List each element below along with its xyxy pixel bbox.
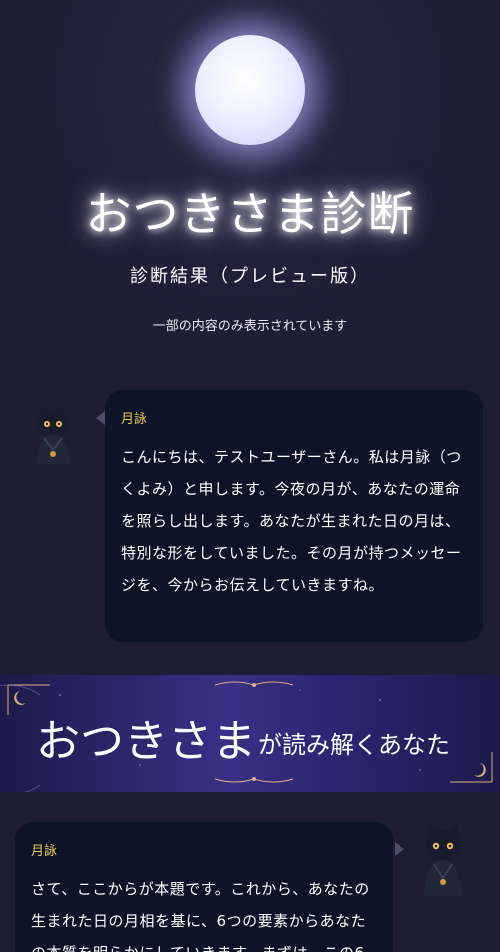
bubble-tail <box>395 842 404 856</box>
full-moon-icon <box>195 35 305 145</box>
tsukuyomi-cat-avatar-icon <box>412 818 474 898</box>
banner-subtitle: が読み解くあなた <box>258 731 450 759</box>
speaker-name: 月詠 <box>121 412 148 427</box>
tsukuyomi-cat-avatar-icon <box>18 388 80 468</box>
chat-bubble: 月詠 こんにちは、テストユーザーさん。私は月詠（つくよみ）と申します。今夜の月が… <box>105 390 483 642</box>
message-text: こんにちは、テストユーザーさん。私は月詠（つくよみ）と申します。今夜の月が、あな… <box>121 448 462 594</box>
page-subtitle: 診断結果（プレビュー版） <box>130 266 370 287</box>
section-banner: おつきさま が読み解くあなた <box>0 675 500 792</box>
speaker-name: 月詠 <box>31 844 58 859</box>
chat-bubble: 月詠 さて、ここからが本題です。これから、あなたの生まれた日の月相を基に、6つの… <box>15 822 393 952</box>
message-text: さて、ここからが本題です。これから、あなたの生まれた日の月相を基に、6つの要素か… <box>31 880 370 952</box>
banner-title: おつきさま <box>36 716 256 767</box>
bubble-tail <box>96 411 105 425</box>
page-title: おつきさま診断 <box>85 187 415 241</box>
preview-note: 一部の内容のみ表示されています <box>152 319 348 334</box>
hero-section: おつきさま診断 診断結果（プレビュー版） 一部の内容のみ表示されています <box>0 0 500 360</box>
